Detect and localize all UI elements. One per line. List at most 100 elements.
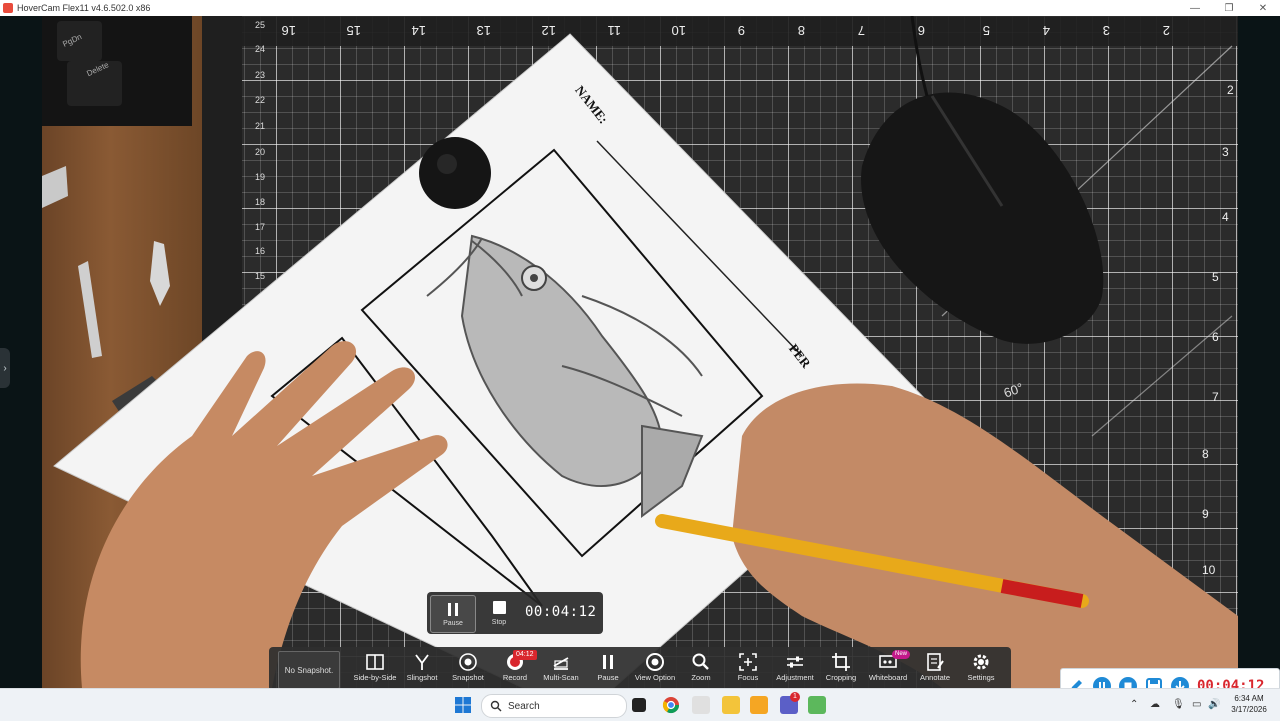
magnifier-icon xyxy=(692,653,709,670)
side-by-side-icon xyxy=(366,654,384,670)
media-app-icon[interactable] xyxy=(750,696,768,714)
pause-icon xyxy=(431,603,475,616)
recording-control-popup: Pause Stop 00:04:12 xyxy=(427,592,603,634)
ruler-mark: 21 xyxy=(255,121,265,131)
ruler-mark: 16 xyxy=(282,23,296,38)
focus-button[interactable]: Focus xyxy=(724,650,772,688)
slingshot-icon xyxy=(415,654,429,670)
ruler-mark: 25 xyxy=(255,20,265,30)
windows-taskbar: Search 1 ⌃ ☁ 🎙 ▭ 🔊 6:34 AM 3/17/2026 xyxy=(0,688,1280,721)
cropping-button[interactable]: Cropping xyxy=(817,650,865,688)
settings-button[interactable]: Settings xyxy=(957,650,1005,688)
camera-view[interactable]: › 16 15 14 13 12 11 10 9 8 7 6 5 4 3 2 2… xyxy=(0,16,1280,688)
tool-label: Annotate xyxy=(919,673,951,682)
tool-label: Slingshot xyxy=(406,673,438,682)
ruler-mark: 2 xyxy=(1163,23,1170,38)
snapshot-status-thumbnail[interactable]: No Snapshot. xyxy=(278,651,340,688)
recording-pause-button[interactable]: Pause xyxy=(430,595,476,633)
clock-time: 6:34 AM xyxy=(1234,694,1264,703)
tool-label: Whiteboard xyxy=(868,673,908,682)
crop-icon xyxy=(832,653,850,671)
view-option-button[interactable]: View Option xyxy=(631,650,679,688)
multi-scan-icon xyxy=(553,657,569,670)
hovercam-flex-icon[interactable] xyxy=(808,696,826,714)
feed-scene: 16 15 14 13 12 11 10 9 8 7 6 5 4 3 2 25 … xyxy=(42,16,1238,688)
task-view-icon[interactable] xyxy=(632,698,646,712)
ruler-mark: 15 xyxy=(255,271,265,281)
ruler-mark: 12 xyxy=(542,23,556,38)
main-toolbar: No Snapshot. Side-by-Side Slingshot Snap… xyxy=(269,647,1011,688)
ruler-mark: 9 xyxy=(1202,507,1209,521)
tool-label: Snapshot xyxy=(452,673,484,682)
ruler-mark: 24 xyxy=(255,44,265,54)
snapshot-button[interactable]: Snapshot xyxy=(444,650,492,688)
close-button[interactable]: ✕ xyxy=(1246,0,1280,16)
windows-start-icon[interactable] xyxy=(454,696,472,714)
expand-panel-tab[interactable]: › xyxy=(0,348,10,388)
pause-icon xyxy=(603,655,613,669)
ruler-mark: 7 xyxy=(858,23,865,38)
microphone-icon[interactable]: 🎙 xyxy=(1172,699,1185,710)
snipping-tool-icon[interactable] xyxy=(692,696,710,714)
tool-label: Adjustment xyxy=(776,673,814,682)
tool-label: Record xyxy=(502,673,528,682)
volume-icon[interactable]: 🔊 xyxy=(1208,699,1220,710)
sliders-icon xyxy=(787,656,803,668)
side-by-side-button[interactable]: Side-by-Side xyxy=(351,650,399,688)
tool-label: Cropping xyxy=(825,673,857,682)
ruler-mark: 20 xyxy=(255,147,265,157)
tool-label: View Option xyxy=(634,673,676,682)
whiteboard-button[interactable]: New Whiteboard xyxy=(864,650,912,688)
taskbar-search-box[interactable]: Search xyxy=(481,694,627,718)
ruler-mark: 10 xyxy=(1202,563,1216,577)
ruler-mark: 23 xyxy=(255,70,265,80)
ruler-mark: 8 xyxy=(798,23,805,38)
window-title: HoverCam Flex11 v4.6.502.0 x86 xyxy=(17,3,151,13)
hovercam-app-icon xyxy=(3,3,13,13)
clock-date: 3/17/2026 xyxy=(1231,705,1267,714)
annotate-button[interactable]: Annotate xyxy=(911,650,959,688)
recording-stop-button[interactable]: Stop xyxy=(477,595,521,631)
record-button[interactable]: 04:12 Record xyxy=(491,650,539,688)
tool-label: Pause xyxy=(597,673,619,682)
taskbar-clock[interactable]: 6:34 AM 3/17/2026 xyxy=(1226,693,1272,715)
pause-icon[interactable] xyxy=(1091,675,1113,688)
ruler-mark: 4 xyxy=(1222,210,1229,224)
slingshot-button[interactable]: Slingshot xyxy=(398,650,446,688)
tool-label: Side-by-Side xyxy=(353,673,397,682)
ruler-mark: 13 xyxy=(477,23,491,38)
cloud-icon[interactable]: ☁ xyxy=(1150,699,1160,710)
record-time-badge: 04:12 xyxy=(513,650,537,660)
ruler-mark: 22 xyxy=(255,95,265,105)
ruler-mark: 15 xyxy=(347,23,361,38)
zoom-button[interactable]: Zoom xyxy=(677,650,725,688)
download-icon[interactable] xyxy=(1169,675,1191,688)
file-explorer-icon[interactable] xyxy=(722,696,740,714)
pause-button[interactable]: Pause xyxy=(584,650,632,688)
ruler-mark: 19 xyxy=(255,172,265,182)
stop-label: Stop xyxy=(491,619,507,626)
mini-recorder-timer: 00:04:12 xyxy=(1197,678,1265,688)
restore-button[interactable]: ❐ xyxy=(1212,0,1246,16)
display-icon[interactable]: ▭ xyxy=(1192,699,1201,710)
multi-scan-button[interactable]: Multi-Scan xyxy=(537,650,585,688)
chrome-icon[interactable] xyxy=(662,696,680,714)
pencil-icon[interactable] xyxy=(1065,675,1087,688)
minimize-button[interactable]: — xyxy=(1178,0,1212,16)
ruler-mark: 16 xyxy=(255,246,265,256)
ruler-mark: 6 xyxy=(918,23,925,38)
tool-label: Focus xyxy=(737,673,759,682)
pause-label: Pause xyxy=(443,620,463,627)
ruler-mark: 3 xyxy=(1103,23,1110,38)
ruler-mark: 5 xyxy=(983,23,990,38)
stop-icon xyxy=(492,601,506,614)
right-margin xyxy=(1238,16,1280,688)
eye-icon xyxy=(646,653,664,671)
ruler-mark: 14 xyxy=(412,23,426,38)
chevron-up-icon[interactable]: ⌃ xyxy=(1130,699,1138,710)
save-icon[interactable] xyxy=(1143,675,1165,688)
document-camera-feed: 16 15 14 13 12 11 10 9 8 7 6 5 4 3 2 25 … xyxy=(42,16,1238,688)
window-title-bar: HoverCam Flex11 v4.6.502.0 x86 — ❐ ✕ xyxy=(0,0,1280,17)
adjustment-button[interactable]: Adjustment xyxy=(771,650,819,688)
stop-icon[interactable] xyxy=(1117,675,1139,688)
